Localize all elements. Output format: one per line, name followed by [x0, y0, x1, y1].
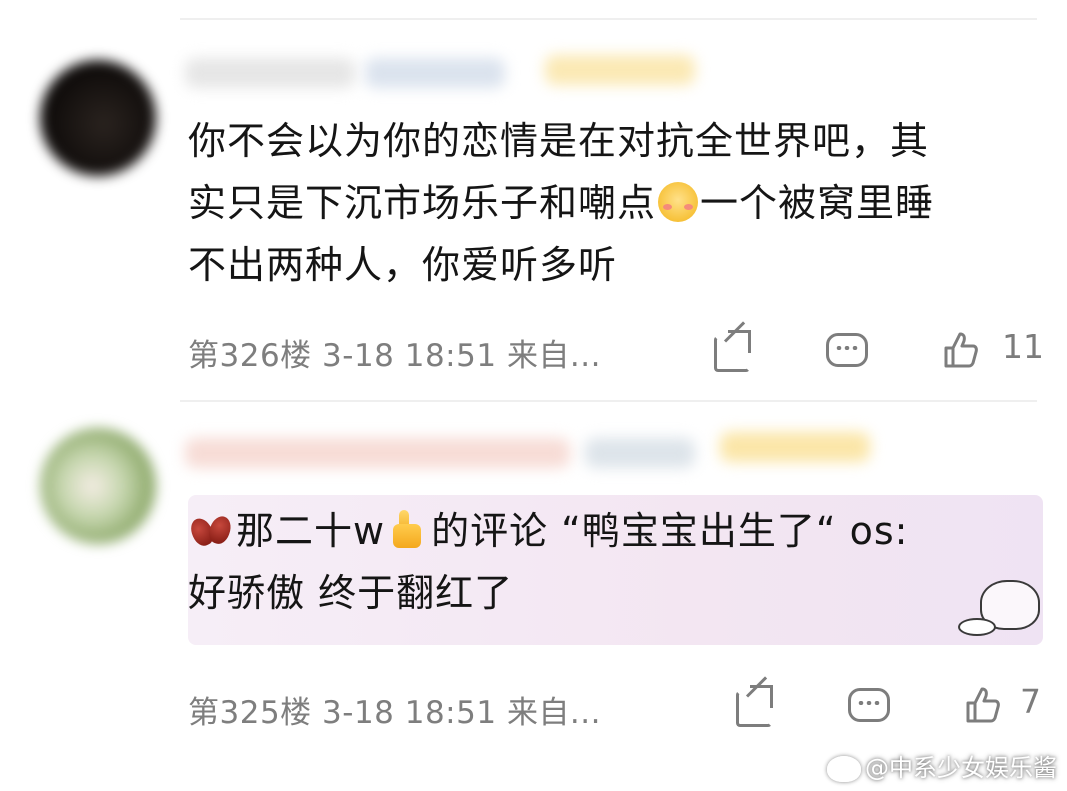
red-bean-emoji	[187, 510, 235, 550]
comment-text: 你不会以为你的恋情是在对抗全世界吧，其 实只是下沉市场乐子和嘲点 一个被窝里睡 不…	[188, 110, 1048, 296]
comment-time: 3-18 18:51	[322, 695, 497, 731]
cat-sticker	[950, 580, 1050, 650]
like-count: 7	[1020, 682, 1041, 721]
divider	[180, 400, 1037, 402]
share-icon	[712, 321, 751, 372]
comment-meta: 第326楼 3-18 18:51 来自...	[188, 330, 601, 375]
thumbs-up-emoji	[387, 509, 429, 550]
comment-line: 那二十w 的评论 “鸭宝宝出生了“ os:	[187, 500, 908, 562]
divider	[180, 18, 1037, 20]
comment-meta: 第325楼 3-18 18:51 来自...	[188, 687, 601, 732]
weibo-logo-icon	[827, 756, 861, 782]
comment-line: 不出两种人，你爱听多听	[188, 243, 618, 287]
user-level-badge-blurred	[720, 432, 870, 462]
comment-time: 3-18 18:51	[322, 338, 497, 374]
comment-source[interactable]: 来自...	[507, 695, 601, 731]
floor-number: 第326楼	[188, 338, 312, 374]
comment-item: 那二十w 的评论 “鸭宝宝出生了“ os: 好骄傲 终于翻红了 第325楼 3-1…	[0, 400, 1067, 740]
comment-line: 实只是下沉市场乐子和嘲点 一个被窝里睡	[188, 181, 935, 225]
username-blurred[interactable]	[185, 438, 570, 468]
user-level-badge-blurred	[545, 55, 695, 85]
avatar[interactable]	[40, 60, 156, 176]
comment-icon	[848, 685, 890, 723]
comment-source[interactable]: 来自...	[507, 338, 601, 374]
comment-line: 好骄傲 终于翻红了	[188, 571, 514, 615]
watermark: @中系少女娱乐酱	[827, 748, 1057, 783]
share-button[interactable]	[712, 321, 751, 372]
comment-icon	[826, 330, 868, 368]
username-badge-blurred	[365, 58, 505, 88]
thumbs-up-icon	[966, 687, 1000, 723]
thumbs-up-icon	[944, 332, 978, 368]
username-badge-blurred	[585, 438, 695, 468]
blushing-smile-emoji	[658, 181, 699, 222]
floor-number: 第325楼	[188, 695, 312, 731]
username-blurred[interactable]	[185, 58, 355, 88]
comment-line: 你不会以为你的恋情是在对抗全世界吧，其	[188, 119, 930, 163]
share-button[interactable]	[734, 676, 773, 727]
avatar[interactable]	[40, 428, 156, 544]
reply-button[interactable]	[826, 330, 868, 368]
reply-button[interactable]	[848, 685, 890, 723]
comment-item: 你不会以为你的恋情是在对抗全世界吧，其 实只是下沉市场乐子和嘲点 一个被窝里睡 不…	[0, 0, 1067, 395]
comment-text: 那二十w 的评论 “鸭宝宝出生了“ os: 好骄傲 终于翻红了	[187, 500, 908, 624]
like-count: 11	[1002, 327, 1044, 366]
share-icon	[734, 676, 773, 727]
